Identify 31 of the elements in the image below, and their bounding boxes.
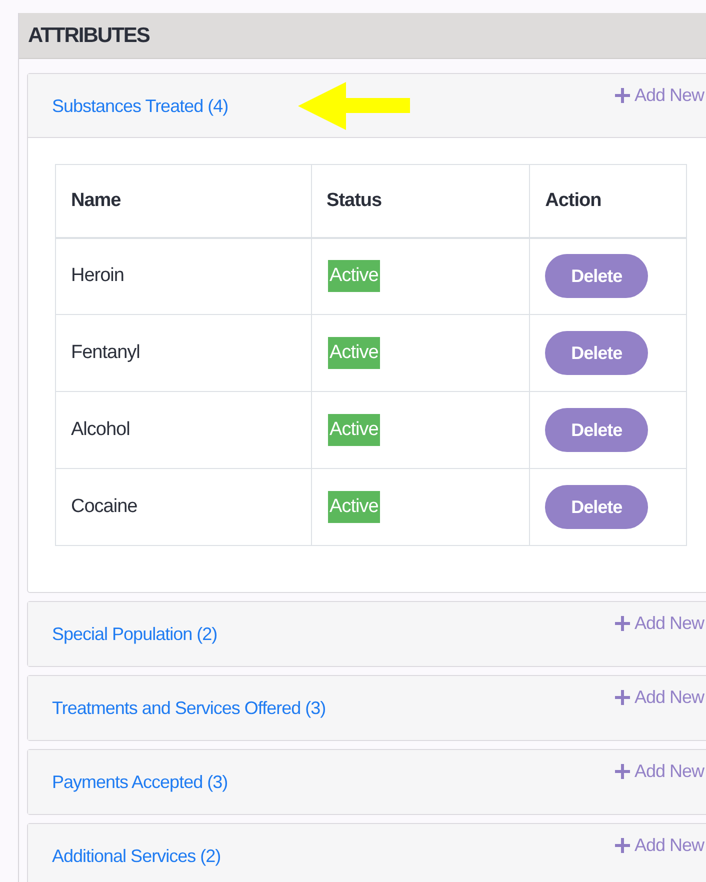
column-header: Status [311, 164, 530, 238]
delete-button[interactable]: Delete [545, 408, 648, 452]
plus-icon [615, 690, 630, 705]
plus-icon [615, 838, 630, 853]
status-badge: Active [328, 491, 380, 523]
panel-title: ATTRIBUTES [28, 22, 150, 49]
plus-icon [615, 764, 630, 779]
add-new-link[interactable]: Add New [615, 758, 704, 785]
delete-button[interactable]: Delete [545, 254, 648, 298]
table-cell: Alcohol [56, 392, 312, 468]
table-cell: Heroin [56, 238, 312, 314]
status-badge: Active [328, 337, 380, 369]
add-new-link[interactable]: Add New [615, 82, 704, 109]
delete-button[interactable]: Delete [545, 485, 648, 529]
add-new-link[interactable]: Add New [615, 832, 704, 859]
add-new-link[interactable]: Add New [615, 684, 704, 711]
table-cell: Cocaine [56, 468, 312, 546]
add-new-link[interactable]: Add New [615, 610, 704, 637]
section-title-link[interactable]: Substances Treated (4) [52, 93, 228, 120]
table-cell: Fentanyl [56, 314, 312, 392]
section-title-link[interactable]: Treatments and Services Offered (3) [52, 695, 326, 722]
section-title-link[interactable]: Special Population (2) [52, 621, 218, 648]
plus-icon [615, 88, 630, 103]
plus-icon [615, 616, 630, 631]
column-header: Action [530, 164, 686, 238]
delete-button[interactable]: Delete [545, 331, 648, 375]
section-title-link[interactable]: Payments Accepted (3) [52, 769, 228, 796]
status-badge: Active [328, 260, 380, 292]
column-header: Name [56, 164, 312, 238]
section-title-link[interactable]: Additional Services (2) [52, 843, 221, 870]
status-badge: Active [328, 414, 380, 446]
